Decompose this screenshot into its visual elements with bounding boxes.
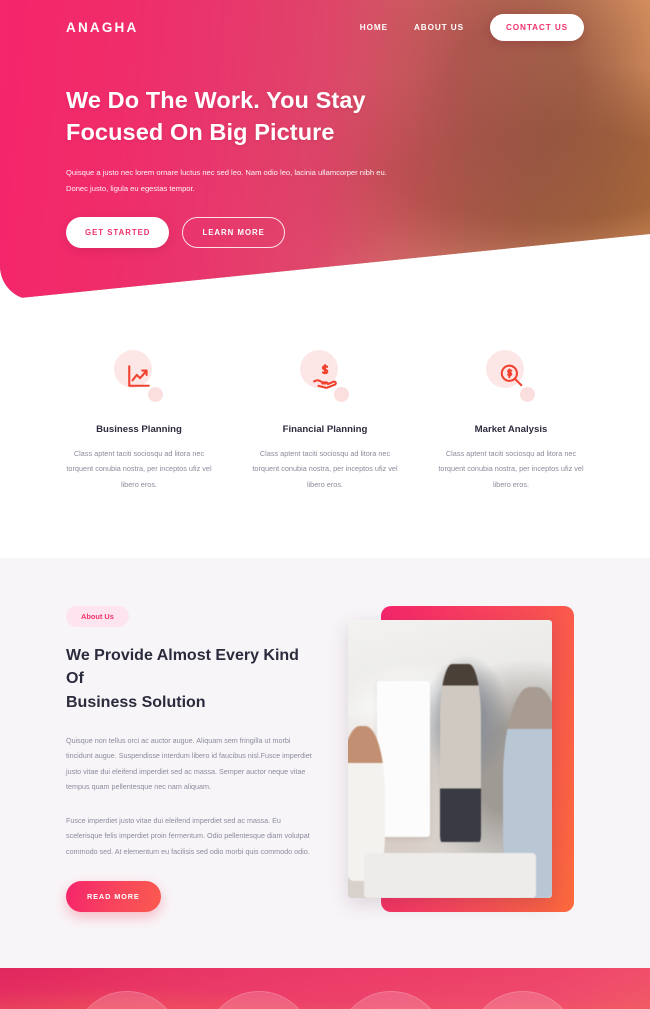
stats-section: 1859+ Satisfied 3580 Worked: [0, 967, 650, 1009]
services-section: Business Planning Class aptent taciti so…: [0, 300, 650, 558]
stat-card-satisfied[interactable]: 1859+ Satisfied: [73, 990, 181, 1009]
learn-more-button[interactable]: LEARN MORE: [182, 217, 285, 249]
hand-money-icon: [313, 364, 337, 389]
icon-blob-small: [148, 387, 163, 402]
service-description: Class aptent taciti sociosqu ad litora n…: [252, 449, 398, 489]
service-description: Class aptent taciti sociosqu ad litora n…: [438, 449, 584, 489]
nav-links: HOME ABOUT US CONTACT US: [360, 13, 584, 41]
read-more-button[interactable]: READ MORE: [66, 880, 161, 912]
service-icon-wrapper: [109, 350, 169, 406]
photo-figures: [348, 620, 552, 898]
nav-item-home[interactable]: HOME: [360, 23, 388, 32]
navbar: ANAGHA HOME ABOUT US CONTACT US: [66, 0, 584, 48]
service-icon-wrapper: [295, 350, 355, 406]
about-photo: [348, 619, 552, 898]
about-badge: About Us: [66, 605, 129, 627]
figure-presenter: [439, 664, 481, 843]
service-card-market-analysis[interactable]: Market Analysis Class aptent taciti soci…: [418, 350, 604, 492]
chart-growth-icon: [128, 365, 150, 387]
hero-subtitle: Quisque a justo nec lorem ornare luctus …: [66, 167, 387, 194]
get-started-button[interactable]: GET STARTED: [66, 217, 170, 249]
site-logo[interactable]: ANAGHA: [66, 20, 138, 35]
icon-blob-small: [334, 387, 349, 402]
contact-us-button[interactable]: CONTACT US: [489, 13, 584, 41]
about-paragraph-2: Fusce imperdiet justo vitae dui eleifend…: [66, 816, 310, 856]
about-title-line-2: Business Solution: [66, 693, 206, 711]
hero-section: ANAGHA HOME ABOUT US CONTACT US We Do Th…: [0, 0, 650, 300]
service-title: Financial Planning: [282, 424, 368, 435]
hero-title-line-1: We Do The Work. You Stay: [66, 87, 366, 113]
figure-table: [364, 853, 536, 898]
about-paragraph-1: Quisque non tellus orci ac auctor augue.…: [66, 736, 312, 791]
about-content: About Us We Provide Almost Every Kind Of…: [66, 605, 314, 912]
stat-card-project[interactable]: 2548 Project: [469, 990, 577, 1009]
stat-card-worked[interactable]: 3580 Worked: [205, 990, 313, 1009]
nav-item-about-us[interactable]: ABOUT US: [414, 23, 464, 32]
about-title: We Provide Almost Every Kind Of Business…: [66, 644, 314, 714]
landing-page: ANAGHA HOME ABOUT US CONTACT US We Do Th…: [0, 0, 650, 1009]
hero-title: We Do The Work. You Stay Focused On Big …: [66, 84, 584, 149]
service-description: Class aptent taciti sociosqu ad litora n…: [66, 449, 212, 489]
service-card-business-planning[interactable]: Business Planning Class aptent taciti so…: [46, 350, 232, 492]
hero-button-group: GET STARTED LEARN MORE: [66, 217, 584, 249]
service-title: Market Analysis: [474, 424, 548, 435]
about-title-line-1: We Provide Almost Every Kind Of: [66, 646, 299, 688]
service-icon-wrapper: [481, 350, 541, 406]
service-card-financial-planning[interactable]: Financial Planning Class aptent taciti s…: [232, 350, 418, 492]
icon-blob-small: [520, 387, 535, 402]
hero-title-line-2: Focused On Big Picture: [66, 119, 335, 146]
service-title: Business Planning: [96, 424, 182, 435]
magnifier-dollar-icon: [500, 364, 523, 387]
about-image-area: [348, 605, 584, 912]
about-section: About Us We Provide Almost Every Kind Of…: [0, 557, 650, 968]
stat-card-coffee-cup[interactable]: 1587 Coffee Cup: [337, 990, 445, 1009]
